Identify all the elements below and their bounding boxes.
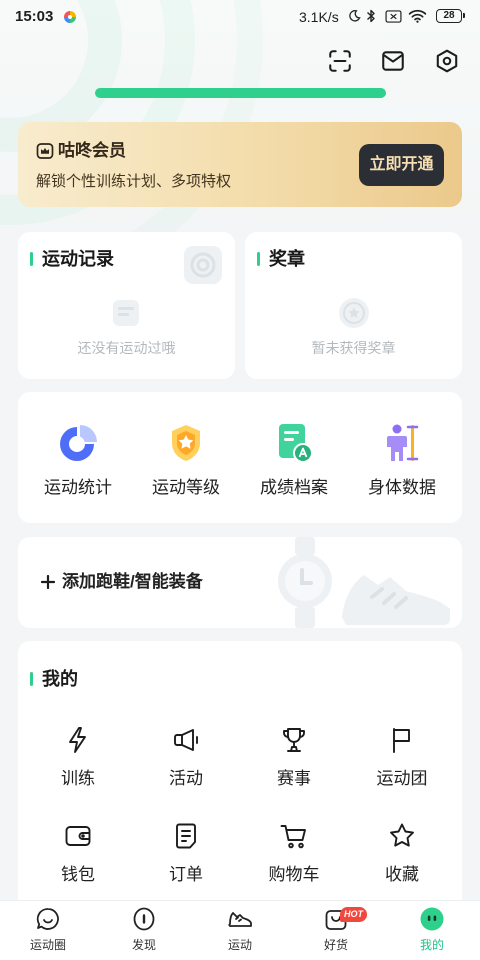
moon-icon xyxy=(348,9,361,23)
shortcut-score-file[interactable]: 成绩档案 xyxy=(240,421,348,501)
mine-item-label: 赛事 xyxy=(277,769,311,788)
mine-item-label: 运动团 xyxy=(376,769,428,788)
section-marker xyxy=(257,252,260,266)
add-equipment-card[interactable]: 添加跑鞋/智能装备 xyxy=(18,537,462,628)
shortcut-label: 运动统计 xyxy=(44,478,112,497)
order-icon xyxy=(171,821,201,851)
empty-medal-icon xyxy=(337,296,371,330)
nav-item-sport[interactable]: 运动 xyxy=(192,901,288,960)
mine-item-label: 钱包 xyxy=(61,865,95,884)
sneaker-icon xyxy=(227,906,253,932)
nav-label: 好货 xyxy=(323,938,348,952)
score-file-icon xyxy=(272,421,316,465)
vip-crown-icon xyxy=(36,142,54,160)
nav-label: 我的 xyxy=(419,938,444,952)
open-membership-button[interactable]: 立即开通 xyxy=(359,144,444,186)
mine-item-sport-group[interactable]: 运动团 xyxy=(348,725,456,795)
membership-subtitle: 解锁个性训练计划、多项特权 xyxy=(36,173,232,190)
green-banner-edge xyxy=(95,88,386,98)
empty-record-icon xyxy=(111,298,141,328)
nav-label: 发现 xyxy=(131,938,156,952)
wifi-icon xyxy=(408,9,427,23)
nav-item-sport-circle[interactable]: 运动圈 xyxy=(0,901,96,960)
megaphone-icon xyxy=(171,725,201,755)
nav-item-discover[interactable]: 发现 xyxy=(96,901,192,960)
settings-icon[interactable] xyxy=(434,48,460,74)
membership-title: 咕咚会员 xyxy=(58,141,126,160)
shortcut-label: 运动等级 xyxy=(152,478,220,497)
network-speed: 3.1K/s xyxy=(299,9,339,25)
mine-item-wallet[interactable]: 钱包 xyxy=(24,821,132,891)
mine-item-orders[interactable]: 订单 xyxy=(132,821,240,891)
bottom-nav: 运动圈 发现 运动 HOT 好货 我的 xyxy=(0,900,480,960)
mine-item-training[interactable]: 训练 xyxy=(24,725,132,795)
wallet-icon xyxy=(63,821,93,851)
mine-card: 我的 训练 活动 赛事 运动团 钱包 订单 购物车 收藏 xyxy=(18,641,462,911)
trophy-icon xyxy=(279,725,309,755)
medals-card[interactable]: 奖章 暂未获得奖章 xyxy=(245,232,462,379)
record-target-icon xyxy=(184,246,222,284)
mine-item-label: 活动 xyxy=(169,769,203,788)
nav-label: 运动圈 xyxy=(29,938,66,952)
mine-item-label: 购物车 xyxy=(268,865,320,884)
mail-icon[interactable] xyxy=(380,48,406,74)
flag-icon xyxy=(387,725,417,755)
mine-item-cart[interactable]: 购物车 xyxy=(240,821,348,891)
shortcut-sport-stats[interactable]: 运动统计 xyxy=(24,421,132,501)
medals-empty-text: 暂未获得奖章 xyxy=(311,340,396,356)
pie-chart-icon xyxy=(56,421,100,465)
records-title: 运动记录 xyxy=(42,249,114,269)
scan-icon[interactable] xyxy=(327,48,353,74)
add-equipment-label: 添加跑鞋/智能装备 xyxy=(62,572,203,591)
nav-item-goods[interactable]: HOT 好货 xyxy=(288,901,384,960)
star-icon xyxy=(387,821,417,851)
bluetooth-icon xyxy=(366,8,376,24)
profile-face-icon xyxy=(419,906,445,932)
mine-item-activity[interactable]: 活动 xyxy=(132,725,240,795)
mine-item-label: 订单 xyxy=(169,865,203,884)
shortcut-label: 身体数据 xyxy=(368,478,436,497)
shortcuts-card: 运动统计 运动等级 成绩档案 身体数据 xyxy=(18,392,462,523)
mine-item-events[interactable]: 赛事 xyxy=(240,725,348,795)
level-badge-icon xyxy=(164,421,208,465)
nav-label: 运动 xyxy=(227,938,252,952)
battery-level: 28 xyxy=(443,10,455,21)
status-time: 15:03 xyxy=(15,8,54,25)
nav-item-mine[interactable]: 我的 xyxy=(384,901,480,960)
hot-badge: HOT xyxy=(340,907,367,922)
section-marker xyxy=(30,672,33,686)
medals-title: 奖章 xyxy=(269,249,305,269)
discover-icon xyxy=(131,906,157,932)
app-pinwheel-icon xyxy=(64,11,76,23)
cart-icon xyxy=(279,821,309,851)
chat-smile-icon xyxy=(35,906,61,932)
mine-title: 我的 xyxy=(42,669,78,689)
shortcut-body-data[interactable]: 身体数据 xyxy=(348,421,456,501)
section-marker xyxy=(30,252,33,266)
battery-icon: 28 xyxy=(436,9,465,23)
lightning-icon xyxy=(63,725,93,755)
watch-shoe-illustration xyxy=(278,537,450,628)
records-empty-text: 还没有运动过哦 xyxy=(77,340,176,356)
body-data-icon xyxy=(380,421,424,465)
sim-off-icon xyxy=(385,10,402,23)
shortcut-label: 成绩档案 xyxy=(260,478,328,497)
mine-item-label: 训练 xyxy=(61,769,95,788)
membership-card[interactable]: 咕咚会员 解锁个性训练计划、多项特权 立即开通 xyxy=(18,122,462,207)
mine-item-favorites[interactable]: 收藏 xyxy=(348,821,456,891)
shortcut-sport-level[interactable]: 运动等级 xyxy=(132,421,240,501)
records-card[interactable]: 运动记录 还没有运动过哦 xyxy=(18,232,235,379)
mine-item-label: 收藏 xyxy=(385,865,419,884)
plus-icon xyxy=(41,575,55,589)
